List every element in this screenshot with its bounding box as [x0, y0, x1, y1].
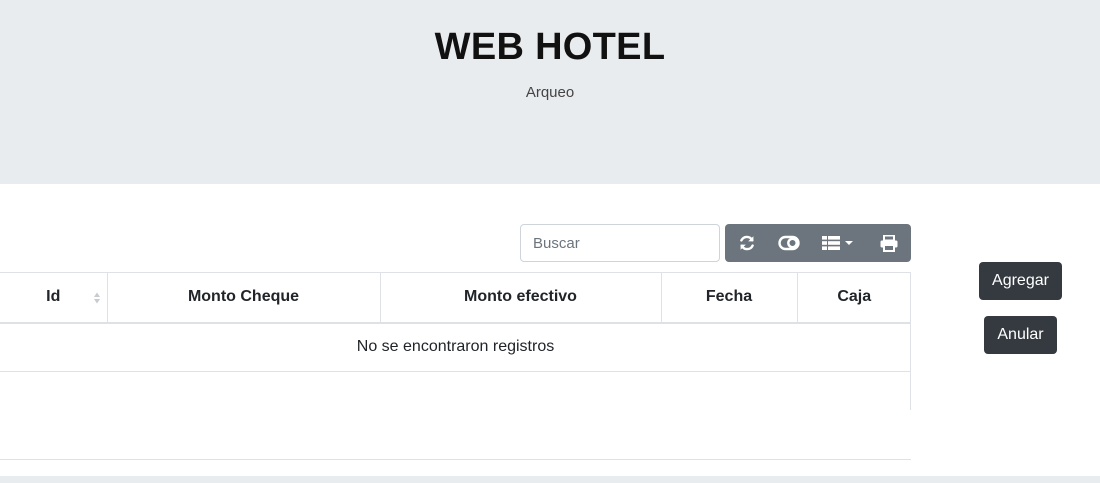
column-header-monto-cheque[interactable]: Monto Cheque — [106, 272, 380, 324]
cancel-button[interactable]: Anular — [984, 316, 1057, 354]
toggle-icon — [778, 235, 800, 251]
footer-bar — [0, 476, 1100, 483]
columns-dropdown-button[interactable] — [809, 224, 867, 262]
sort-icon — [93, 292, 100, 304]
table-toolbar — [725, 224, 911, 262]
chevron-down-icon — [845, 241, 853, 245]
refresh-button[interactable] — [725, 224, 769, 262]
columns-icon — [822, 236, 840, 250]
table-row-empty: No se encontraron registros — [0, 322, 911, 372]
column-header-label: Id — [46, 288, 61, 306]
print-button[interactable] — [867, 224, 911, 262]
page-header: WEB HOTEL Arqueo — [0, 0, 1100, 184]
column-header-label: Monto efectivo — [464, 288, 577, 306]
page-subtitle: Arqueo — [525, 84, 575, 101]
table-border-right — [910, 272, 911, 410]
search-input[interactable] — [520, 224, 720, 262]
divider — [0, 459, 911, 460]
column-header-label: Monto Cheque — [187, 288, 300, 306]
column-header-monto-efectivo[interactable]: Monto efectivo — [379, 272, 661, 324]
records-table: Id Monto Cheque Monto efectivo Fecha Caj… — [0, 272, 911, 460]
refresh-icon — [740, 235, 754, 251]
page-title: WEB HOTEL — [434, 26, 666, 68]
column-header-label: Caja — [837, 288, 872, 306]
column-header-id[interactable]: Id — [0, 272, 107, 324]
column-header-fecha[interactable]: Fecha — [660, 272, 797, 324]
add-button[interactable]: Agregar — [979, 262, 1062, 300]
column-header-label: Fecha — [705, 288, 753, 306]
toggle-view-button[interactable] — [769, 224, 809, 262]
column-header-caja[interactable]: Caja — [796, 272, 911, 324]
table-header-row: Id Monto Cheque Monto efectivo Fecha Caj… — [0, 272, 911, 324]
print-icon — [880, 234, 898, 252]
empty-message: No se encontraron registros — [0, 322, 911, 372]
